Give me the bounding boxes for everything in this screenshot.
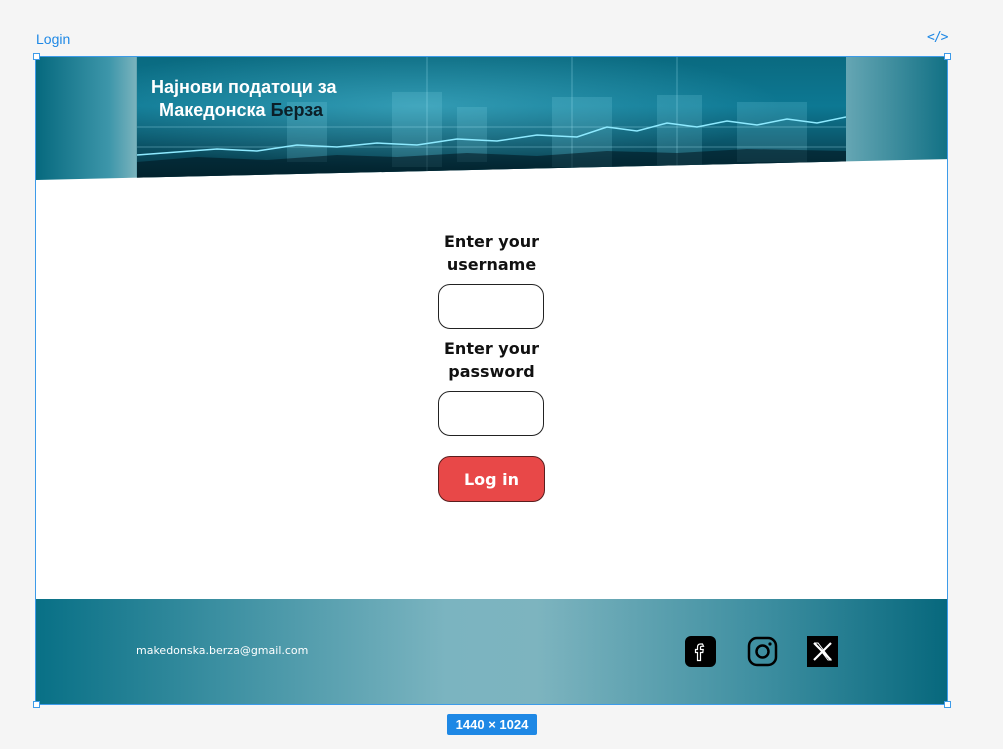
code-icon[interactable]: </>	[927, 30, 949, 45]
banner-title-line1: Најнови податоци за	[151, 77, 337, 97]
facebook-icon[interactable]	[685, 636, 716, 667]
banner-title-line2: Македонска Берза	[159, 100, 324, 120]
resize-handle-top-right[interactable]	[944, 53, 951, 60]
resize-handle-top-left[interactable]	[33, 53, 40, 60]
frame-label[interactable]: Login	[36, 31, 70, 47]
frame-size-badge: 1440 × 1024	[447, 714, 537, 735]
resize-handle-bottom-right[interactable]	[944, 701, 951, 708]
login-frame: Најнови податоци за Македонска Берза Ent…	[35, 56, 948, 705]
password-input[interactable]	[438, 391, 544, 436]
footer: makedonska.berza@gmail.com	[36, 599, 947, 704]
password-label: Enter your password	[444, 339, 539, 381]
resize-handle-bottom-left[interactable]	[33, 701, 40, 708]
contact-email[interactable]: makedonska.berza@gmail.com	[136, 644, 308, 657]
username-label: Enter your username	[444, 232, 539, 274]
header-banner: Најнови податоци за Македонска Берза	[36, 57, 947, 180]
instagram-icon[interactable]	[747, 636, 778, 667]
banner-title-highlight: Берза	[270, 100, 324, 120]
login-button[interactable]: Log in	[438, 456, 545, 502]
x-icon[interactable]	[807, 636, 838, 667]
banner-title: Најнови податоци за Македонска Берза	[151, 76, 337, 122]
username-input[interactable]	[438, 284, 544, 329]
